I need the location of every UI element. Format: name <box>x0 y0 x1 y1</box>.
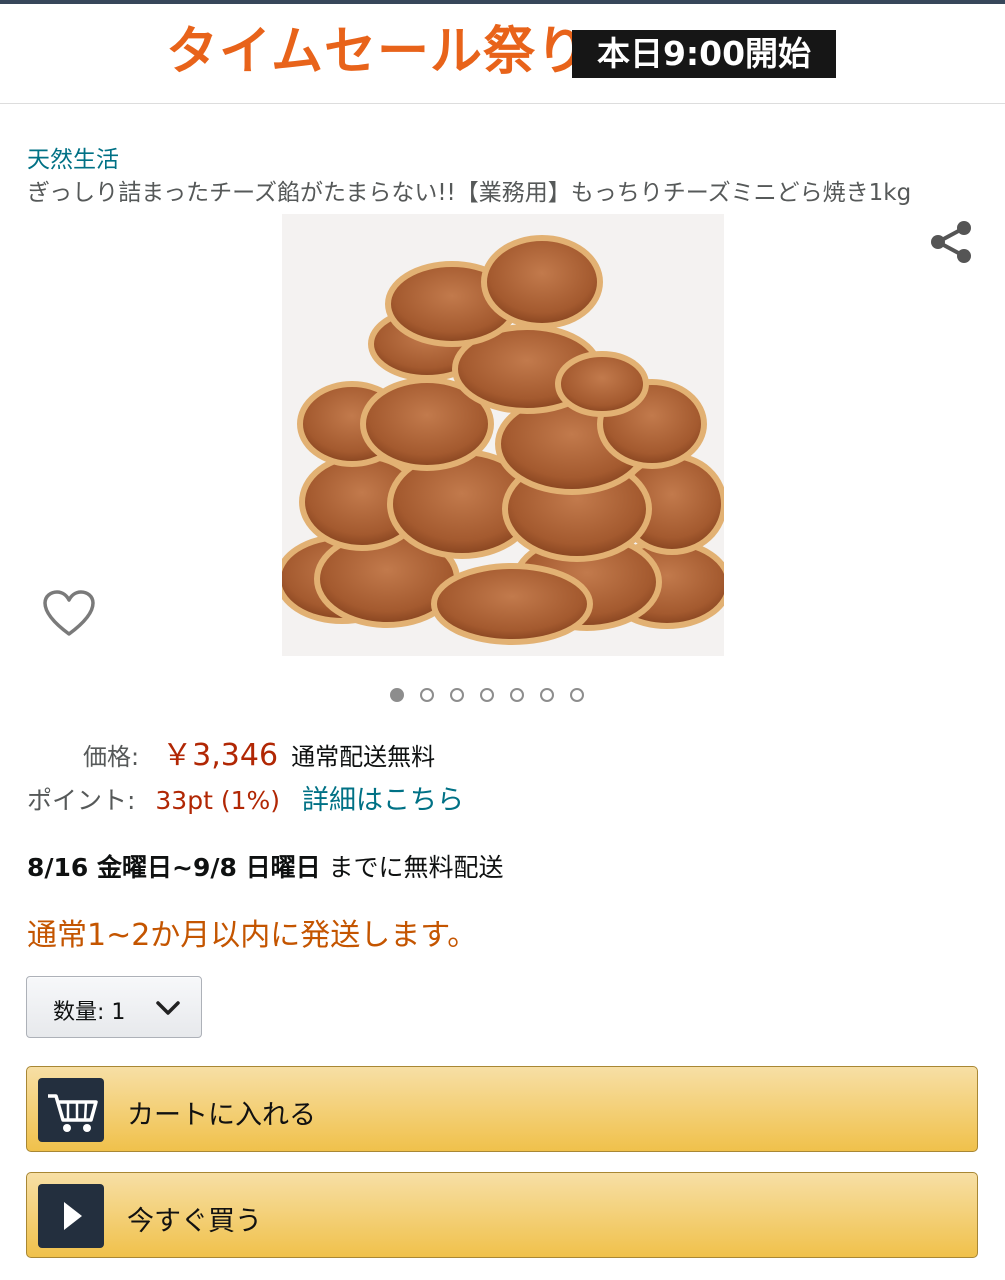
cart-icon <box>38 1078 104 1142</box>
price-value: ￥3,346 <box>162 738 279 773</box>
play-icon <box>38 1184 104 1248</box>
points-label: ポイント: <box>27 786 136 815</box>
buy-now-label: 今すぐ買う <box>127 1206 262 1237</box>
image-carousel-indicator[interactable] <box>390 688 584 706</box>
delivery-dates: 8/16 金曜日~9/8 日曜日 <box>27 853 321 882</box>
quantity-select[interactable]: 数量: 1 <box>26 976 202 1038</box>
buy-now-button[interactable]: 今すぐ買う <box>26 1172 978 1258</box>
shipping-note: 通常配送無料 <box>291 743 436 771</box>
carousel-dot[interactable] <box>510 688 524 702</box>
share-icon[interactable] <box>926 218 974 266</box>
points-value: 33pt (1%) <box>155 786 280 815</box>
points-row: ポイント: 33pt (1%) 詳細はこちら <box>27 778 464 817</box>
time-sale-banner[interactable]: タイムセール祭り 本日9:00開始 <box>0 4 1005 104</box>
product-title: ぎっしり詰まったチーズ餡がたまらない!!【業務用】もっちりチーズミニどら焼き1k… <box>27 180 912 206</box>
brand-link[interactable]: 天然生活 <box>27 140 119 174</box>
delivery-info: 8/16 金曜日~9/8 日曜日 までに無料配送 <box>27 848 504 884</box>
product-image[interactable] <box>275 214 732 656</box>
carousel-dot[interactable] <box>480 688 494 702</box>
points-details-link[interactable]: 詳細はこちら <box>302 785 464 816</box>
carousel-dot[interactable] <box>570 688 584 702</box>
delivery-suffix: までに無料配送 <box>328 853 504 882</box>
chevron-down-icon <box>156 1001 180 1015</box>
carousel-dot[interactable] <box>420 688 434 702</box>
carousel-dot[interactable] <box>450 688 464 702</box>
add-to-cart-label: カートに入れる <box>127 1100 316 1131</box>
price-label: 価格: <box>83 743 140 771</box>
availability-message: 通常1~2か月以内に発送します。 <box>27 918 478 953</box>
banner-start-badge: 本日9:00開始 <box>572 30 836 78</box>
quantity-label: 数量: 1 <box>53 1000 126 1025</box>
heart-icon[interactable] <box>42 590 96 638</box>
banner-title: タイムセール祭り <box>166 22 589 82</box>
carousel-dot[interactable] <box>540 688 554 702</box>
price-row: 価格: ￥3,346 通常配送無料 <box>83 730 435 774</box>
dorayaki-pile-image <box>275 214 732 656</box>
carousel-dot[interactable] <box>390 688 404 702</box>
add-to-cart-button[interactable]: カートに入れる <box>26 1066 978 1152</box>
